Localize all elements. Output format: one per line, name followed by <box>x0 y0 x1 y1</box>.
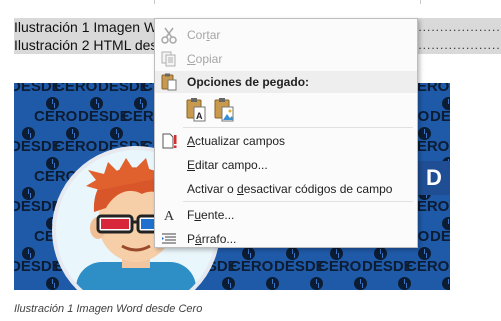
pattern-word: DESDE <box>274 258 326 275</box>
pattern-word: DESDE <box>342 289 394 290</box>
menu-item-cut[interactable]: Cortar <box>155 23 417 47</box>
paste-keep-text-only-button[interactable]: A <box>185 97 207 123</box>
menu-item-toggle-field-codes[interactable]: Activar o desactivar códigos de campo <box>155 177 417 201</box>
context-menu: Cortar Copiar Opciones de pegado: A Actu… <box>154 18 418 248</box>
figure-caption: Ilustración 1 Imagen Word desde Cero <box>14 303 203 315</box>
copy-icon <box>159 49 179 69</box>
paste-keep-text-only-icon: A <box>186 98 206 122</box>
toc-leader-dots: ........................................… <box>414 20 501 34</box>
pattern-word: DESDE <box>14 258 62 275</box>
pattern-word: CERO <box>34 108 78 125</box>
pattern-word: DESDE <box>362 258 414 275</box>
pattern-word: DESDE <box>254 289 306 290</box>
pattern-word: DESDE <box>430 108 450 125</box>
menu-item-paragraph[interactable]: Párrafo... <box>155 227 417 251</box>
menu-item-label: Editar campo... <box>187 158 268 172</box>
menu-item-label: Párrafo... <box>187 232 237 246</box>
pattern-word: CERO <box>386 289 429 290</box>
clipboard-paste-icon <box>159 72 179 95</box>
menu-item-label: Activar o desactivar códigos de campo <box>187 182 393 196</box>
menu-item-edit-field[interactable]: Editar campo... <box>155 153 417 177</box>
menu-item-copy[interactable]: Copiar <box>155 47 417 71</box>
pattern-word: CERO <box>318 258 362 275</box>
menu-item-label: Cortar <box>187 28 221 42</box>
menu-separator <box>183 201 413 202</box>
menu-item-update-fields[interactable]: Actualizar campos <box>155 129 417 153</box>
scissors-icon <box>159 25 179 45</box>
pattern-word: DESDE <box>430 289 450 290</box>
pattern-word: DESDE <box>14 198 62 215</box>
pattern-word: CERO <box>54 83 98 95</box>
svg-text:A: A <box>164 209 175 224</box>
pattern-word: CERO <box>230 258 274 275</box>
menu-item-label: Fuente... <box>187 208 235 222</box>
menu-separator <box>183 127 413 128</box>
desde-cero-logo-letter: D <box>418 161 450 195</box>
font-icon: A <box>159 205 179 225</box>
menu-item-label: Copiar <box>187 52 223 66</box>
pattern-word: DESDE <box>78 108 130 125</box>
pattern-word: CERO <box>34 289 77 290</box>
paste-options-label: Opciones de pegado: <box>187 75 310 89</box>
paste-as-picture-button[interactable] <box>213 97 235 123</box>
paste-as-picture-icon <box>214 98 234 122</box>
menu-item-font[interactable]: A Fuente... <box>155 203 417 227</box>
update-fields-icon <box>159 131 179 151</box>
pattern-word: CERO <box>298 289 341 290</box>
svg-text:A: A <box>196 111 203 121</box>
menu-item-label: Actualizar campos <box>187 134 286 148</box>
menu-top-edge <box>154 0 421 4</box>
pattern-word: CERO <box>54 138 98 155</box>
toc-leader-dots: ........................................… <box>414 38 501 52</box>
pattern-word: DESDE <box>14 138 62 155</box>
pattern-word: CERO <box>210 289 253 290</box>
pattern-word: CERO <box>406 258 450 275</box>
pattern-word: DESDE <box>98 83 150 95</box>
paste-options-header: Opciones de pegado: <box>155 71 417 93</box>
paragraph-icon <box>159 229 179 249</box>
pattern-word: DESDE <box>14 83 62 95</box>
pattern-word: DESDE <box>430 228 450 245</box>
